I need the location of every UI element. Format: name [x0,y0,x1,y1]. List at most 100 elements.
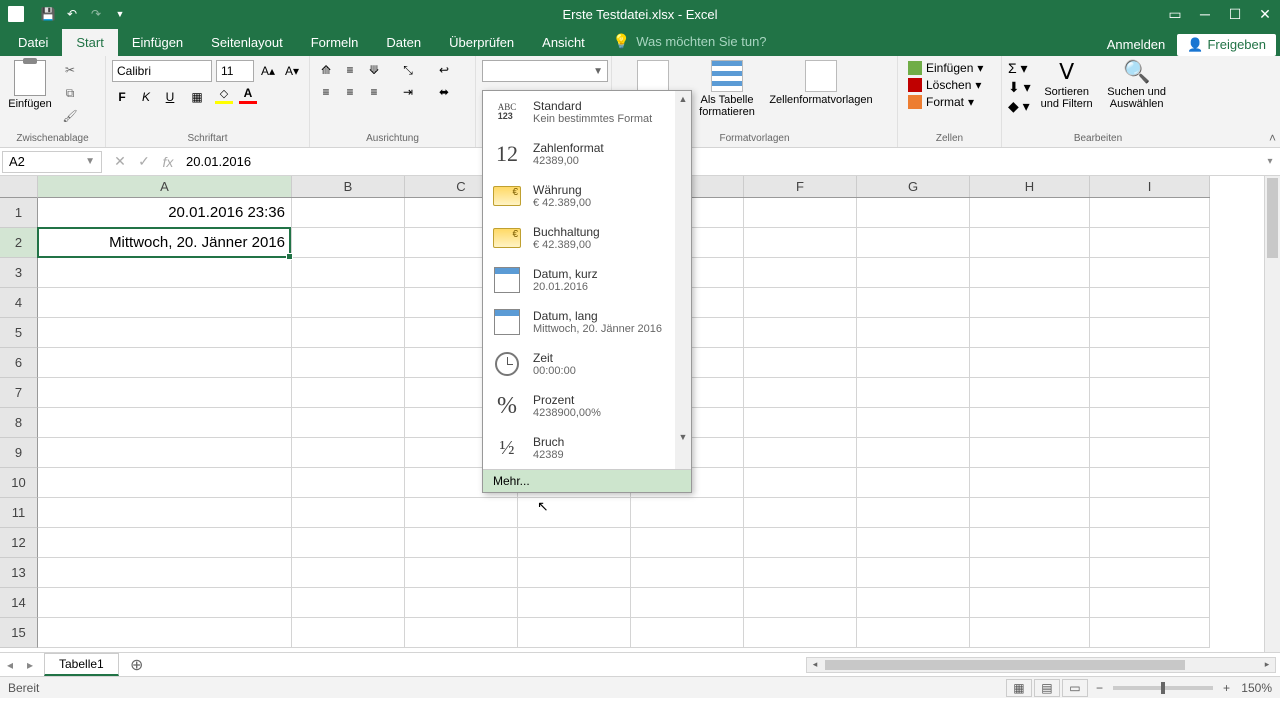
row-header-15[interactable]: 15 [0,618,38,648]
sort-filter-button[interactable]: ᐯSortieren und Filtern [1035,58,1099,110]
font-name-select[interactable] [112,60,212,82]
row-header-14[interactable]: 14 [0,588,38,618]
cell-B9[interactable] [292,438,405,468]
cell-B13[interactable] [292,558,405,588]
align-center-button[interactable]: ≡ [340,82,360,102]
underline-button[interactable]: U [160,86,180,108]
cell-E14[interactable] [631,588,744,618]
align-bottom-button[interactable]: ⟱ [364,60,384,80]
row-header-2[interactable]: 2 [0,228,38,258]
cell-B7[interactable] [292,378,405,408]
tab-ansicht[interactable]: Ansicht [528,29,599,56]
row-header-11[interactable]: 11 [0,498,38,528]
cell-G1[interactable] [857,198,970,228]
dropdown-scrollbar[interactable]: ▲▼ [675,91,691,469]
column-header-H[interactable]: H [970,176,1090,197]
view-page-layout-button[interactable]: ▤ [1034,679,1060,697]
cell-B11[interactable] [292,498,405,528]
cell-A6[interactable] [38,348,292,378]
cell-E15[interactable] [631,618,744,648]
cell-A10[interactable] [38,468,292,498]
zoom-slider[interactable] [1113,686,1213,690]
cell-B14[interactable] [292,588,405,618]
zoom-out-button[interactable]: − [1096,681,1103,695]
cell-B8[interactable] [292,408,405,438]
cell-H15[interactable] [970,618,1090,648]
view-page-break-button[interactable]: ▭ [1062,679,1088,697]
cell-F15[interactable] [744,618,857,648]
row-header-12[interactable]: 12 [0,528,38,558]
cell-A14[interactable] [38,588,292,618]
tab-formeln[interactable]: Formeln [297,29,373,56]
align-right-button[interactable]: ≡ [364,82,384,102]
font-color-button[interactable]: A [238,86,258,108]
minimize-icon[interactable]: ─ [1190,0,1220,28]
cell-G2[interactable] [857,228,970,258]
cell-I11[interactable] [1090,498,1210,528]
tab-uberprufen[interactable]: Überprüfen [435,29,528,56]
align-left-button[interactable]: ≡ [316,82,336,102]
cell-G3[interactable] [857,258,970,288]
row-header-3[interactable]: 3 [0,258,38,288]
font-size-select[interactable] [216,60,254,82]
sheet-nav-next[interactable]: ▸ [20,658,40,672]
column-header-G[interactable]: G [857,176,970,197]
cell-I6[interactable] [1090,348,1210,378]
sheet-tab-1[interactable]: Tabelle1 [44,653,119,676]
cell-F11[interactable] [744,498,857,528]
indent-button[interactable]: ⇥ [394,82,422,102]
cell-B12[interactable] [292,528,405,558]
column-header-I[interactable]: I [1090,176,1210,197]
cell-I8[interactable] [1090,408,1210,438]
cell-H9[interactable] [970,438,1090,468]
cell-C11[interactable] [405,498,518,528]
cell-G8[interactable] [857,408,970,438]
row-header-13[interactable]: 13 [0,558,38,588]
tab-seitenlayout[interactable]: Seitenlayout [197,29,297,56]
cell-A3[interactable] [38,258,292,288]
cell-I9[interactable] [1090,438,1210,468]
tab-start[interactable]: Start [62,29,117,56]
cell-H4[interactable] [970,288,1090,318]
insert-function-button[interactable]: fx [156,151,180,173]
cell-H7[interactable] [970,378,1090,408]
sheet-nav-prev[interactable]: ◂ [0,658,20,672]
row-header-4[interactable]: 4 [0,288,38,318]
cell-E13[interactable] [631,558,744,588]
horizontal-scrollbar[interactable]: ◂▸ [806,657,1276,673]
cell-A7[interactable] [38,378,292,408]
cell-A15[interactable] [38,618,292,648]
cell-F14[interactable] [744,588,857,618]
zoom-in-button[interactable]: + [1223,681,1230,695]
cell-E11[interactable] [631,498,744,528]
add-sheet-button[interactable]: ⊕ [125,655,149,675]
cell-A12[interactable] [38,528,292,558]
cell-A13[interactable] [38,558,292,588]
redo-icon[interactable]: ↷ [86,4,106,24]
column-header-B[interactable]: B [292,176,405,197]
number-format-option-wahrung[interactable]: Währung€ 42.389,00 [483,175,675,217]
cell-B3[interactable] [292,258,405,288]
cell-F13[interactable] [744,558,857,588]
cell-B5[interactable] [292,318,405,348]
cell-D11[interactable] [518,498,631,528]
number-format-option-zahlenformat[interactable]: 12Zahlenformat42389,00 [483,133,675,175]
column-header-A[interactable]: A [38,176,292,197]
cell-H2[interactable] [970,228,1090,258]
cell-D13[interactable] [518,558,631,588]
cell-I4[interactable] [1090,288,1210,318]
collapse-ribbon-button[interactable]: ˄ [1269,131,1276,145]
cell-A8[interactable] [38,408,292,438]
row-header-6[interactable]: 6 [0,348,38,378]
cell-I13[interactable] [1090,558,1210,588]
cell-F3[interactable] [744,258,857,288]
align-middle-button[interactable]: ≡ [340,60,360,80]
cell-F12[interactable] [744,528,857,558]
find-select-button[interactable]: 🔍Suchen und Auswählen [1105,58,1169,110]
delete-cells-button[interactable]: Löschen ▾ [904,77,987,93]
cell-I2[interactable] [1090,228,1210,258]
cell-G7[interactable] [857,378,970,408]
row-header-5[interactable]: 5 [0,318,38,348]
vertical-scrollbar[interactable] [1264,176,1280,652]
cell-F1[interactable] [744,198,857,228]
